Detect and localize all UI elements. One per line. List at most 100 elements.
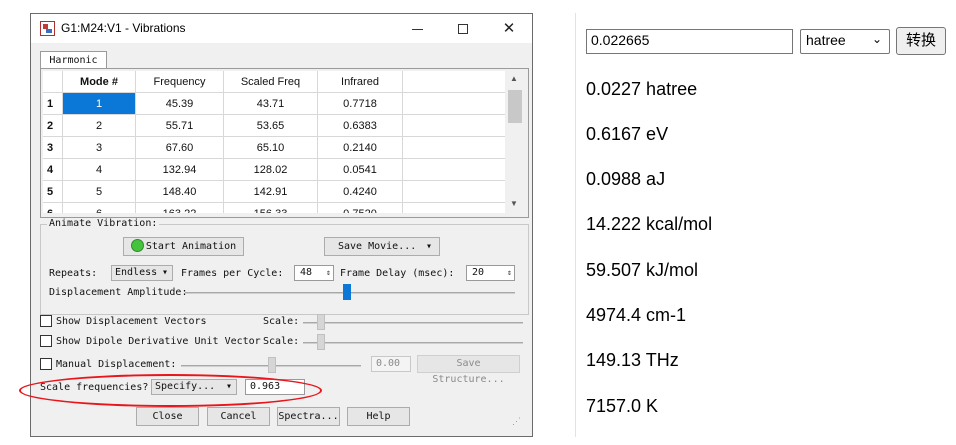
start-animation-label: Start Animation [145,241,237,252]
result-aj: 0.0988 aJ [586,169,666,189]
show-dipole-label: Show Dipole Derivative Unit Vector [56,336,261,347]
result-ev: 0.6167 eV [586,124,669,144]
empty-cell [403,137,505,159]
dipole-scale-label: Scale: [263,336,300,347]
manual-displacement-checkbox[interactable] [40,358,52,370]
scrollbar-thumb[interactable] [508,90,522,123]
table-scrollbar[interactable]: ▲ ▼ [505,71,525,213]
panel-divider [575,13,576,437]
mode-cell[interactable]: 6 [63,203,136,213]
header-infrared[interactable]: Infrared [318,71,403,93]
repeats-select[interactable]: Endless ▾ [111,265,173,281]
dipole-scale-thumb[interactable] [317,334,325,350]
minimize-icon [411,28,423,30]
chevron-down-icon: ⌄ [871,32,882,46]
window-title: G1:M24:V1 - Vibrations [61,21,186,35]
scaled-freq-cell[interactable]: 142.91 [224,181,318,203]
vibrations-window: G1:M24:V1 - Vibrations ✕ Harmonic Mode #… [30,13,533,437]
mode-cell[interactable]: 3 [63,137,136,159]
scaled-freq-cell[interactable]: 128.02 [224,159,318,181]
cancel-button[interactable]: Cancel [207,407,270,426]
header-frequency[interactable]: Frequency [136,71,224,93]
row-number: 3 [43,137,63,159]
infrared-cell[interactable]: 0.2140 [318,137,403,159]
frames-value: 48 [300,267,313,278]
save-movie-button[interactable]: Save Movie... ▾ [324,237,440,256]
frames-label: Frames per Cycle: [181,268,284,279]
spinner-icon[interactable]: ⇕ [507,266,512,280]
frequency-cell[interactable]: 45.39 [136,93,224,115]
help-button[interactable]: Help [347,407,410,426]
start-animation-icon [130,239,144,252]
spinner-icon[interactable]: ⇕ [326,266,331,280]
header-scaled-freq[interactable]: Scaled Freq [224,71,318,93]
save-structure-button[interactable]: Save Structure... [417,355,520,385]
row-number: 2 [43,115,63,137]
resize-grip-icon[interactable]: ⋰ [512,416,521,427]
frequency-cell[interactable]: 67.60 [136,137,224,159]
frequency-cell[interactable]: 132.94 [136,159,224,181]
result-thz: 149.13 THz [586,350,679,370]
result-kelvin: 7157.0 K [586,396,659,416]
mode-cell[interactable]: 5 [63,181,136,203]
animate-vibration-group: Animate Vibration: Start Animation Save … [40,218,529,315]
mode-cell[interactable]: 2 [63,115,136,137]
empty-cell [403,115,505,137]
table-row[interactable]: 2 2 55.71 53.65 0.6383 [43,115,505,137]
header-mode[interactable]: Mode # [63,71,136,93]
spectra-button[interactable]: Spectra... [277,407,340,426]
tab-harmonic[interactable]: Harmonic [40,51,107,69]
infrared-cell[interactable]: 0.4240 [318,181,403,203]
frequency-cell[interactable]: 55.71 [136,115,224,137]
infrared-cell[interactable]: 0.6383 [318,115,403,137]
empty-cell [403,159,505,181]
manual-displacement-label: Manual Displacement: [56,359,177,370]
result-hartree: 0.0227 hatree [586,79,698,99]
vectors-scale-label: Scale: [263,316,300,327]
scroll-up-icon[interactable]: ▲ [510,74,518,83]
start-animation-button[interactable]: Start Animation [123,237,244,256]
close-button[interactable]: Close [136,407,199,426]
close-window-button[interactable]: ✕ [486,14,532,43]
vectors-scale-slider[interactable] [303,322,523,324]
title-bar[interactable]: G1:M24:V1 - Vibrations ✕ [31,14,532,43]
save-movie-label: Save Movie... [338,241,417,252]
frequency-cell[interactable]: 148.40 [136,181,224,203]
unit-select[interactable]: hatree ⌄ [800,29,890,54]
scaled-freq-cell[interactable]: 65.10 [224,137,318,159]
frames-spinner[interactable]: 48 ⇕ [294,265,334,281]
frequency-cell[interactable]: 163.22 [136,203,224,213]
result-kcal: 14.222 kcal/mol [586,214,713,234]
show-dipole-checkbox[interactable] [40,335,52,347]
vectors-scale-thumb[interactable] [317,314,325,330]
table-row[interactable]: 3 3 67.60 65.10 0.2140 [43,137,505,159]
table-row[interactable]: 4 4 132.94 128.02 0.0541 [43,159,505,181]
repeats-value: Endless [115,267,158,278]
displacement-slider-thumb[interactable] [343,284,351,300]
manual-displacement-thumb[interactable] [268,357,276,373]
mode-cell[interactable]: 4 [63,159,136,181]
table-header: Mode # Frequency Scaled Freq Infrared [43,71,505,93]
table-row[interactable]: 6 6 163.22 156.33 0.7520 [43,203,505,213]
maximize-button[interactable] [440,14,486,43]
scaled-freq-cell[interactable]: 43.71 [224,93,318,115]
delay-spinner[interactable]: 20 ⇕ [466,265,515,281]
infrared-cell[interactable]: 0.7718 [318,93,403,115]
dipole-scale-slider[interactable] [303,342,523,344]
mode-cell[interactable]: 1 [63,93,136,115]
table-row[interactable]: 5 5 148.40 142.91 0.4240 [43,181,505,203]
scroll-down-icon[interactable]: ▼ [510,199,518,208]
animate-group-label: Animate Vibration: [47,218,160,229]
highlight-ellipse [19,374,322,407]
show-vectors-checkbox[interactable] [40,315,52,327]
scaled-freq-cell[interactable]: 53.65 [224,115,318,137]
chevron-down-icon: ▾ [161,267,168,278]
scaled-freq-cell[interactable]: 156.33 [224,203,318,213]
infrared-cell[interactable]: 0.7520 [318,203,403,213]
convert-button[interactable]: 转换 [896,27,946,55]
energy-input[interactable]: 0.022665 [586,29,793,54]
header-corner [43,71,63,93]
minimize-button[interactable] [394,14,440,43]
infrared-cell[interactable]: 0.0541 [318,159,403,181]
table-row[interactable]: 1 1 45.39 43.71 0.7718 [43,93,505,115]
